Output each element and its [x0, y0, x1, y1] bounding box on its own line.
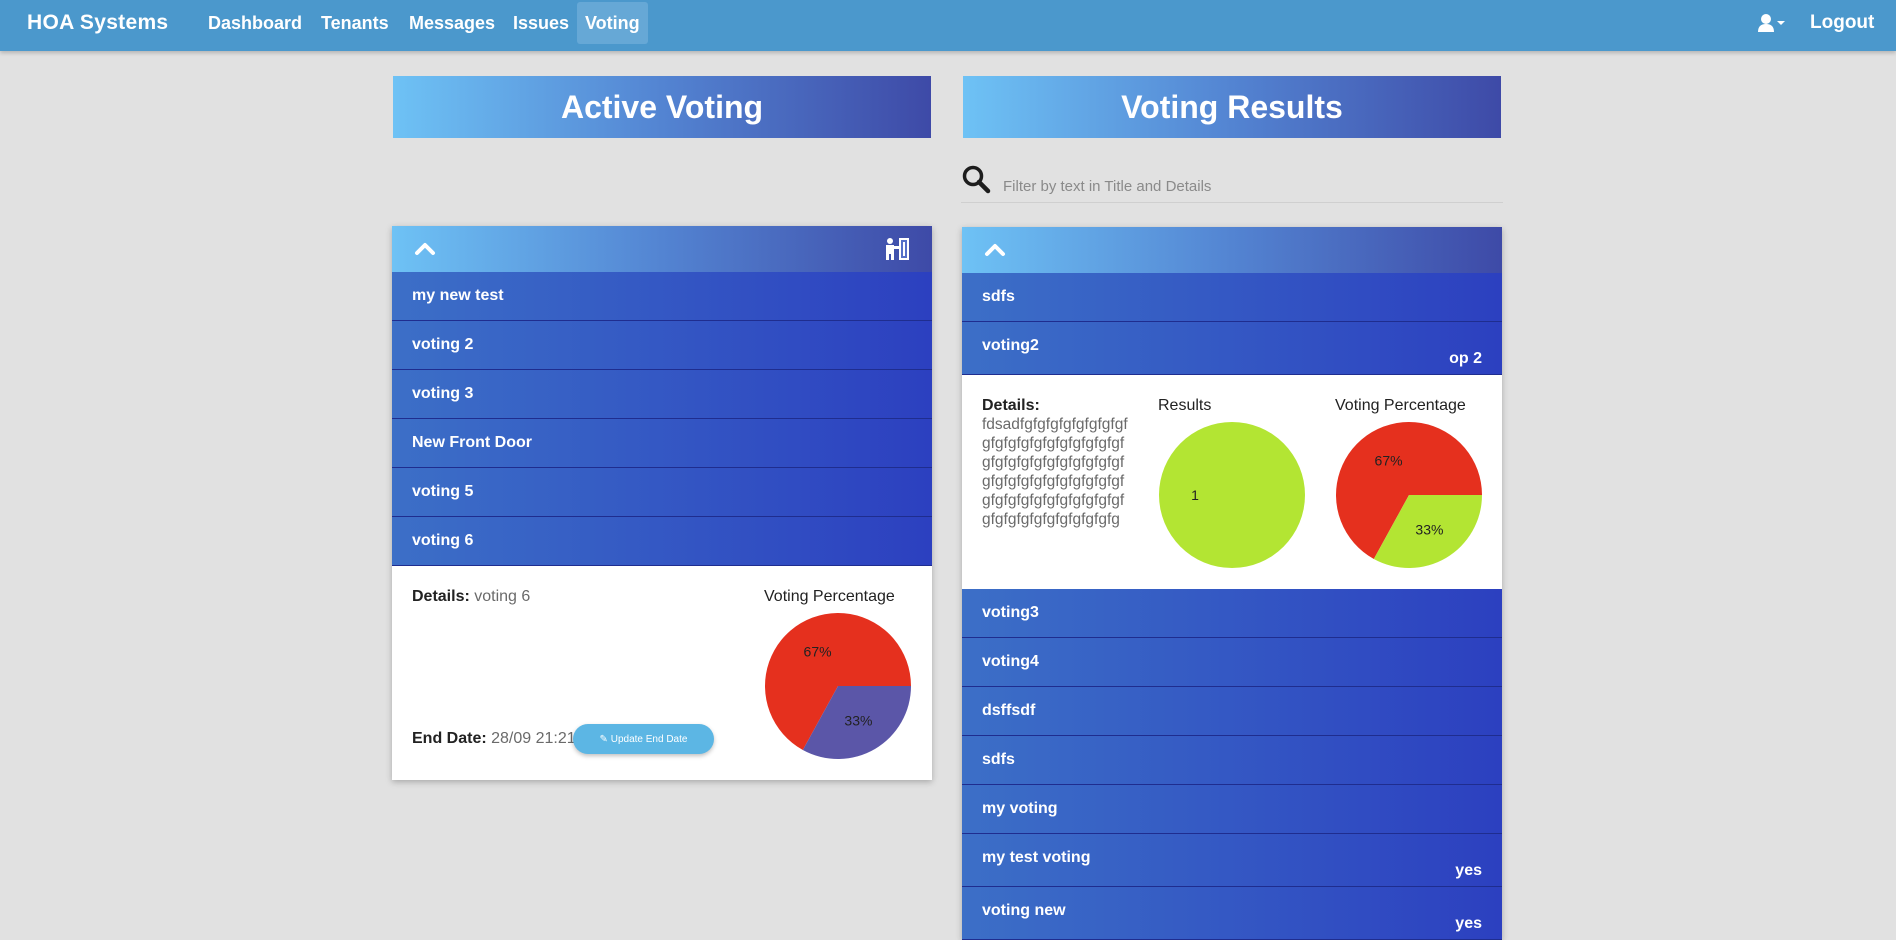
voting-results-panel: sdfs voting2 op 2 Details: fdsadfgfgfgfgf… — [962, 227, 1502, 940]
result-item[interactable]: voting new yes — [962, 887, 1502, 940]
active-voting-detail: Details: voting 6 End Date: 28/09 21:21 … — [392, 566, 932, 780]
result-item[interactable]: sdfs — [962, 736, 1502, 785]
voting-results-panel-header — [962, 227, 1502, 273]
result-item[interactable]: sdfs — [962, 273, 1502, 322]
end-date-value: 28/09 21:21 — [491, 730, 576, 747]
voting-percentage-pie-chart: 67% 33% — [1336, 421, 1482, 568]
details-value: voting 6 — [474, 588, 531, 605]
logout-link[interactable]: Logout — [1810, 12, 1874, 34]
active-voting-item[interactable]: voting 5 — [392, 468, 932, 517]
details-value: fdsadfgfgfgfgfgfgfgfgfgfgfgfgfgfgfgfgfgf… — [982, 416, 1128, 528]
details-label: Details: — [982, 397, 1040, 414]
pie-slice-label: 1 — [1191, 487, 1199, 503]
voting-percentage-pie-chart: 67% 33% — [765, 613, 911, 759]
pie-slice-label: 67% — [804, 643, 832, 659]
pie-slice-label: 67% — [1375, 452, 1403, 468]
result-item[interactable]: my test voting yes — [962, 834, 1502, 887]
nav-tenants[interactable]: Tenants — [313, 2, 397, 44]
nav-voting[interactable]: Voting — [577, 2, 648, 44]
pencil-icon: ✎ — [599, 734, 608, 745]
brand-logo[interactable]: HOA Systems — [27, 11, 168, 35]
active-voting-item[interactable]: voting 6 — [392, 517, 932, 566]
result-item[interactable]: dsffsdf — [962, 687, 1502, 736]
chevron-up-icon[interactable] — [984, 241, 1006, 257]
active-voting-panel: my new test voting 2 voting 3 New Front … — [392, 226, 932, 780]
user-icon — [1758, 14, 1785, 32]
top-navbar: HOA Systems Dashboard Tenants Messages I… — [0, 0, 1896, 51]
percentage-chart-title: Voting Percentage — [1335, 397, 1466, 414]
nav-messages[interactable]: Messages — [401, 2, 503, 44]
active-voting-item[interactable]: voting 3 — [392, 370, 932, 419]
voting-results-detail: Details: fdsadfgfgfgfgfgfgfgfgfgfgfgfgfg… — [962, 375, 1502, 589]
end-date-label: End Date: — [412, 730, 487, 747]
active-voting-item[interactable]: voting 2 — [392, 321, 932, 370]
results-chart-title: Results — [1158, 397, 1212, 414]
nav-dashboard[interactable]: Dashboard — [200, 2, 310, 44]
results-pie-chart: 1 — [1159, 422, 1305, 568]
pie-slice — [1159, 422, 1305, 568]
search-icon — [962, 165, 991, 194]
chevron-up-icon[interactable] — [414, 240, 436, 256]
result-item-expanded[interactable]: voting2 op 2 — [962, 322, 1502, 375]
nav-issues[interactable]: Issues — [505, 2, 577, 44]
update-end-date-button[interactable]: ✎ Update End Date — [573, 724, 714, 754]
active-voting-panel-header — [392, 226, 932, 272]
details-label: Details: — [412, 588, 470, 605]
active-voting-title: Active Voting — [393, 76, 931, 138]
result-item[interactable]: my voting — [962, 785, 1502, 834]
ballot-box-icon[interactable] — [884, 237, 910, 261]
active-voting-item[interactable]: New Front Door — [392, 419, 932, 468]
active-voting-item[interactable]: my new test — [392, 272, 932, 321]
chart-title: Voting Percentage — [764, 588, 895, 605]
result-item[interactable]: voting3 — [962, 589, 1502, 638]
pie-slice-label: 33% — [1415, 522, 1443, 538]
result-item[interactable]: voting4 — [962, 638, 1502, 687]
results-search — [961, 164, 1503, 203]
pie-slice-label: 33% — [844, 713, 872, 729]
search-input[interactable] — [1001, 174, 1485, 198]
voting-results-title: Voting Results — [963, 76, 1501, 138]
user-menu-dropdown[interactable] — [1757, 12, 1789, 36]
